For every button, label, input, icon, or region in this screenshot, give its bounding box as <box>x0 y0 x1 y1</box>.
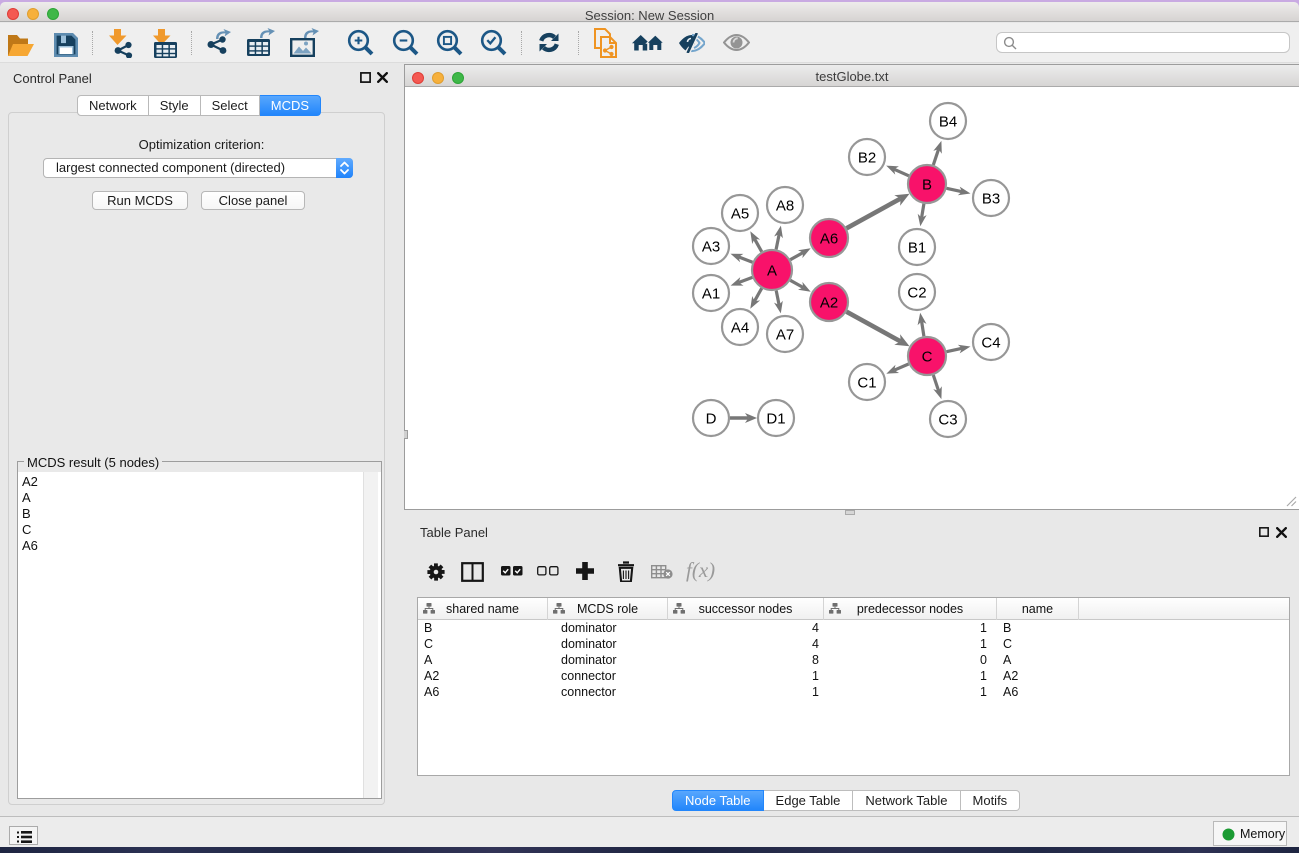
svg-text:A2: A2 <box>820 295 838 312</box>
svg-text:C4: C4 <box>981 335 1000 352</box>
svg-text:B: B <box>922 177 932 194</box>
svg-text:C2: C2 <box>907 285 926 302</box>
svg-text:C3: C3 <box>938 412 957 429</box>
svg-text:C1: C1 <box>857 375 876 392</box>
svg-text:A3: A3 <box>702 239 720 256</box>
svg-text:B4: B4 <box>939 114 957 131</box>
svg-text:B2: B2 <box>858 150 876 167</box>
svg-text:B1: B1 <box>908 240 926 257</box>
svg-text:A5: A5 <box>731 206 749 223</box>
svg-text:A: A <box>767 263 777 280</box>
svg-text:C: C <box>922 349 933 366</box>
svg-text:A1: A1 <box>702 286 720 303</box>
svg-text:D1: D1 <box>766 411 785 428</box>
svg-text:A6: A6 <box>820 231 838 248</box>
svg-text:A4: A4 <box>731 320 749 337</box>
svg-text:A8: A8 <box>776 198 794 215</box>
svg-text:A7: A7 <box>776 327 794 344</box>
svg-text:D: D <box>706 411 717 428</box>
svg-text:B3: B3 <box>982 191 1000 208</box>
